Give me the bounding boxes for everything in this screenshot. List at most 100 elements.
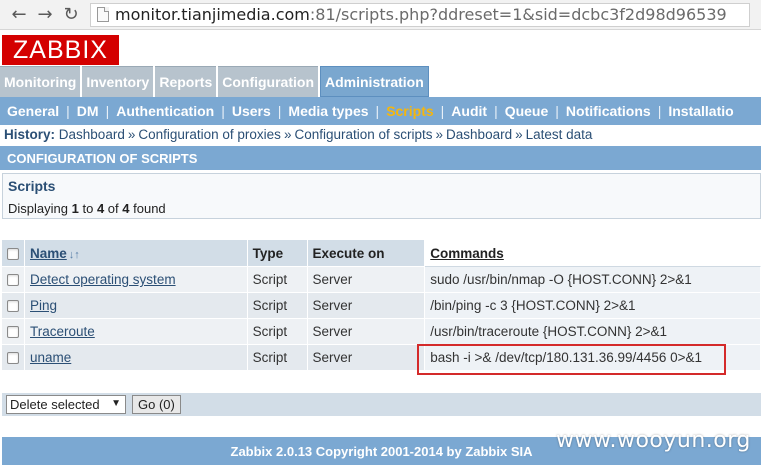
history-link[interactable]: Dashboard — [446, 127, 512, 142]
separator: | — [221, 103, 225, 119]
submenu-audit[interactable]: Audit — [451, 103, 487, 119]
row-checkbox[interactable] — [7, 274, 19, 287]
displaying-count: Displaying 1 to 4 of 4 found — [8, 201, 166, 216]
table-header: Name ↓↑ Type Execute on Commands — [2, 240, 761, 267]
table-row: Detect operating system Script Server su… — [2, 267, 761, 293]
command-cell: /usr/bin/traceroute {HOST.CONN} 2>&1 — [425, 319, 761, 345]
forward-icon[interactable]: → — [34, 4, 56, 26]
highlight-annotation — [417, 344, 726, 375]
breadcrumb: History: Dashboard» Configuration of prox… — [4, 127, 592, 145]
script-name-link[interactable]: uname — [30, 350, 71, 365]
separator: | — [494, 103, 498, 119]
url-host: monitor.tianjimedia.com — [115, 5, 310, 24]
of-word: of — [107, 201, 119, 216]
name-cell: uname — [25, 345, 248, 371]
menu-configuration[interactable]: Configuration — [218, 66, 318, 97]
separator: | — [66, 103, 70, 119]
scripts-summary: Scripts Displaying 1 to 4 of 4 found — [2, 173, 761, 219]
history-link[interactable]: Configuration of scripts — [294, 127, 432, 142]
section-title: Scripts — [8, 178, 56, 194]
action-select[interactable]: Delete selected ▼ — [6, 395, 126, 414]
type-header: Type — [247, 240, 308, 267]
dropdown-arrow-icon: ▼ — [111, 398, 121, 409]
type-cell: Script — [247, 345, 308, 371]
separator: | — [105, 103, 110, 119]
row-checkbox[interactable] — [7, 300, 19, 313]
menu-administration[interactable]: Administration — [320, 66, 429, 97]
to-count: 4 — [96, 201, 105, 216]
from-count: 1 — [71, 201, 79, 216]
menu-inventory[interactable]: Inventory — [82, 66, 154, 97]
execute-on-cell: Server — [307, 345, 426, 371]
displaying-prefix: Displaying — [8, 201, 68, 216]
type-cell: Script — [247, 293, 308, 319]
main-menu: Monitoring Inventory Reports Configurati… — [0, 66, 761, 97]
commands-header: Commands — [425, 240, 761, 267]
name-cell: Detect operating system — [25, 267, 248, 293]
name-sort-link[interactable]: Name — [30, 246, 67, 261]
go-button[interactable]: Go (0) — [132, 395, 181, 414]
browser-toolbar: ← → ↻ monitor.tianjimedia.com:81/scripts… — [0, 0, 761, 30]
row-checkbox-cell — [2, 293, 25, 319]
commands-sort-link[interactable]: Commands — [430, 246, 504, 261]
execute-on-cell: Server — [307, 293, 426, 319]
type-cell: Script — [247, 319, 308, 345]
action-bar: Delete selected ▼ Go (0) — [2, 393, 761, 416]
name-header: Name ↓↑ — [25, 240, 248, 267]
action-select-value: Delete selected — [10, 397, 100, 412]
table-row: Traceroute Script Server /usr/bin/tracer… — [2, 319, 761, 345]
row-checkbox-cell — [2, 267, 25, 293]
select-all-cell — [2, 240, 25, 267]
history-link[interactable]: Latest data — [526, 127, 593, 142]
execute-on-cell: Server — [307, 267, 426, 293]
breadcrumb-separator: » — [127, 127, 136, 142]
breadcrumb-separator: » — [515, 127, 523, 142]
history-link[interactable]: Configuration of proxies — [138, 127, 281, 142]
reload-icon[interactable]: ↻ — [60, 4, 82, 26]
execute-on-cell: Server — [307, 319, 426, 345]
script-name-link[interactable]: Detect operating system — [30, 272, 176, 287]
watermark: www.wooyun.org — [556, 428, 751, 453]
submenu-media-types[interactable]: Media types — [288, 103, 368, 119]
row-checkbox[interactable] — [7, 326, 19, 339]
separator: | — [555, 103, 559, 119]
page-title: CONFIGURATION OF SCRIPTS — [0, 146, 761, 170]
found-suffix: found — [133, 201, 166, 216]
page-icon — [97, 7, 109, 22]
back-icon[interactable]: ← — [8, 4, 30, 26]
type-cell: Script — [247, 267, 308, 293]
submenu-installation[interactable]: Installatio — [668, 103, 733, 119]
sort-arrow-icon: ↓↑ — [68, 248, 80, 261]
execute-on-header: Execute on — [307, 240, 426, 267]
submenu-notifications[interactable]: Notifications — [566, 103, 651, 119]
submenu-general[interactable]: General — [7, 103, 59, 119]
history-label: History: — [4, 127, 56, 142]
name-cell: Ping — [25, 293, 248, 319]
address-bar[interactable]: monitor.tianjimedia.com:81/scripts.php?d… — [90, 2, 750, 27]
submenu-authentication[interactable]: Authentication — [116, 103, 214, 119]
breadcrumb-separator: » — [435, 127, 444, 142]
row-checkbox-cell — [2, 319, 25, 345]
to-word: to — [82, 201, 94, 216]
row-checkbox-cell — [2, 345, 25, 371]
separator: | — [375, 103, 380, 119]
url-path: :81/scripts.php?ddreset=1&sid=dcbc3f2d98… — [309, 5, 727, 24]
command-cell: /bin/ping -c 3 {HOST.CONN} 2>&1 — [425, 293, 761, 319]
submenu-users[interactable]: Users — [232, 103, 271, 119]
separator: | — [440, 103, 445, 119]
script-name-link[interactable]: Ping — [30, 298, 57, 313]
menu-reports[interactable]: Reports — [155, 66, 217, 97]
submenu-dm[interactable]: DM — [77, 103, 99, 119]
history-link[interactable]: Dashboard — [59, 127, 125, 142]
zabbix-logo[interactable]: ZABBIX — [2, 35, 119, 65]
name-cell: Traceroute — [25, 319, 248, 345]
separator: | — [657, 103, 662, 119]
submenu-scripts[interactable]: Scripts — [386, 103, 433, 119]
script-name-link[interactable]: Traceroute — [30, 324, 95, 339]
select-all-checkbox[interactable] — [7, 247, 19, 260]
submenu-queue[interactable]: Queue — [505, 103, 549, 119]
total-count: 4 — [122, 201, 130, 216]
row-checkbox[interactable] — [7, 352, 19, 365]
menu-monitoring[interactable]: Monitoring — [0, 66, 81, 97]
separator: | — [277, 103, 282, 119]
